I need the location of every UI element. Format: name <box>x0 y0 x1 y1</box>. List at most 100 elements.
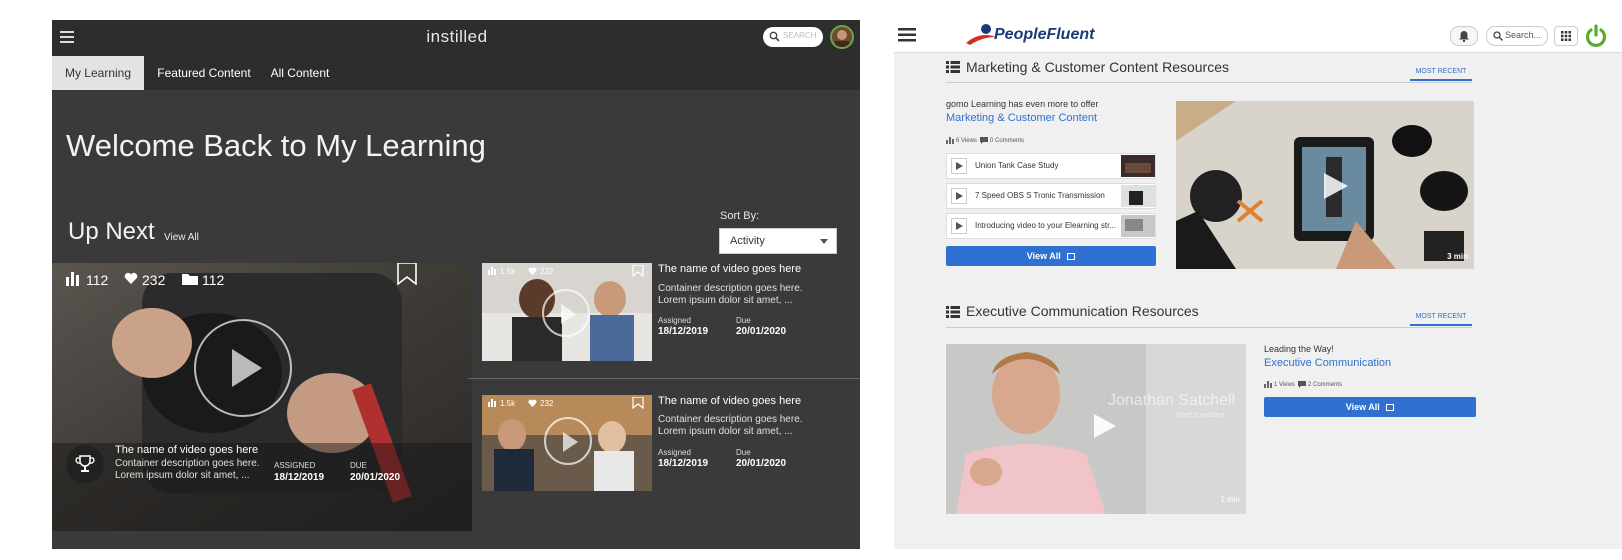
list-item-thumbnail <box>1121 215 1155 237</box>
list-item[interactable]: 7 Speed OBS S Tronic Transmission <box>946 183 1156 209</box>
list-icon <box>946 306 960 318</box>
sort-value: Activity <box>730 235 765 247</box>
featured-title: The name of video goes here <box>115 444 259 456</box>
list-item-title: Union Tank Case Study <box>975 161 1059 170</box>
tab-my-learning[interactable]: My Learning <box>52 56 144 90</box>
featured-desc-line2: Lorem ipsum dolor sit amet, ... <box>115 470 250 481</box>
view-all-button[interactable]: View All <box>1264 397 1476 417</box>
play-icon[interactable] <box>951 158 967 174</box>
video-duration: 1 min <box>1220 495 1240 504</box>
list-icon <box>946 61 960 73</box>
heart-icon <box>528 399 537 407</box>
due-label: DUE <box>350 461 367 470</box>
play-icon[interactable] <box>544 417 592 465</box>
list-item[interactable]: Introducing video to your Elearning str.… <box>946 213 1156 239</box>
card-views: 1.5k <box>500 267 516 276</box>
grid-icon[interactable] <box>1554 26 1578 46</box>
top-bar: instilled SEARCH <box>52 20 860 56</box>
comments-count: 0 Comments <box>990 138 1025 144</box>
view-all-label: View All <box>1026 251 1061 261</box>
comments-count: 2 Comments <box>1308 382 1343 388</box>
card-title[interactable]: The name of video goes here <box>658 263 801 275</box>
featured-video-card[interactable]: 112 232 112 The name of video goes here … <box>52 263 472 531</box>
tab-featured-content[interactable]: Featured Content <box>152 56 256 90</box>
tab-bar: My Learning Featured Content All Content <box>52 56 860 90</box>
play-icon[interactable] <box>951 218 967 234</box>
list-item-thumbnail <box>1121 155 1155 177</box>
bookmark-icon[interactable] <box>396 263 418 285</box>
comment-icon <box>1298 381 1306 388</box>
bar-chart-icon <box>488 399 497 407</box>
page-title: Welcome Back to My Learning <box>66 128 486 163</box>
due-date: 20/01/2020 <box>736 326 787 337</box>
bar-chart-icon <box>1264 381 1272 388</box>
view-all-link[interactable]: View All <box>164 232 199 243</box>
tab-most-recent[interactable]: MOST RECENT <box>1410 313 1472 326</box>
top-bar: PeopleFluent Search... <box>894 20 1622 53</box>
assigned-date: 18/12/2019 <box>658 458 709 469</box>
due-date: 20/01/2020 <box>736 458 787 469</box>
sort-select[interactable]: Activity <box>719 228 837 254</box>
due-label: Due <box>736 448 751 457</box>
section-title: Executive Communication Resources <box>966 303 1199 319</box>
bar-chart-icon <box>946 137 954 144</box>
sort-by-label: Sort By: <box>720 210 760 222</box>
view-all-label: View All <box>1345 402 1380 412</box>
card-title[interactable]: The name of video goes here <box>658 395 801 407</box>
card-desc-line2: Lorem ipsum dolor sit amet, ... <box>658 426 793 437</box>
video-player[interactable]: Jonathan Satchell Chief Executive 1 min <box>946 344 1246 514</box>
section-divider <box>946 82 1472 83</box>
due-label: Due <box>736 316 751 325</box>
menu-icon[interactable] <box>60 31 76 43</box>
search-input[interactable]: Search... <box>1486 26 1548 46</box>
featured-desc-line1: Container description goes here. <box>115 458 260 469</box>
video-overlay-name: Jonathan Satchell <box>1108 392 1236 409</box>
assigned-label: ASSIGNED <box>274 461 316 470</box>
section-intro: Leading the Way! <box>1264 344 1334 354</box>
peoplefluent-app-panel: PeopleFluent Search... Marketing & Custo… <box>894 20 1622 549</box>
views-count: 1 Views <box>1274 382 1295 388</box>
section-intro: gomo Learning has even more to offer <box>946 99 1099 109</box>
bell-icon[interactable] <box>1450 26 1478 46</box>
assigned-date: 18/12/2019 <box>274 472 325 483</box>
list-item-title: 7 Speed OBS S Tronic Transmission <box>975 191 1105 200</box>
play-icon[interactable] <box>1094 414 1116 438</box>
views-count: 6 Views <box>956 138 977 144</box>
list-item-title: Introducing video to your Elearning str.… <box>975 221 1116 230</box>
card-desc-line1: Container description goes here. <box>658 283 803 294</box>
tab-all-content[interactable]: All Content <box>264 56 336 90</box>
assigned-date: 18/12/2019 <box>658 326 709 337</box>
external-link-icon <box>1067 253 1076 260</box>
views-count: 112 <box>86 272 109 288</box>
search-input[interactable]: SEARCH <box>763 27 823 47</box>
search-placeholder: SEARCH <box>783 31 817 40</box>
play-icon[interactable] <box>542 289 590 337</box>
play-icon[interactable] <box>1324 173 1348 199</box>
list-item[interactable]: Union Tank Case Study <box>946 153 1156 179</box>
bookmark-icon[interactable] <box>632 265 644 277</box>
power-icon[interactable] <box>1584 24 1608 48</box>
brand-logo: instilled <box>426 27 488 46</box>
bookmark-icon[interactable] <box>632 397 644 409</box>
bar-chart-icon <box>488 267 497 275</box>
instilled-app-panel: instilled SEARCH My Learning Featured Co… <box>52 20 860 549</box>
list-item-thumbnail <box>1121 185 1155 207</box>
video-card-thumbnail[interactable]: 1.5k 232 <box>482 263 652 361</box>
brand-logo: PeopleFluent <box>994 26 1095 43</box>
tab-most-recent[interactable]: MOST RECENT <box>1410 68 1472 81</box>
card-likes: 232 <box>540 399 554 408</box>
assigned-label: Assigned <box>658 316 691 325</box>
video-card-thumbnail[interactable]: 1.5k 232 <box>482 395 652 491</box>
view-all-button[interactable]: View All <box>946 246 1156 266</box>
brand-logo-icon <box>964 23 998 47</box>
play-icon[interactable] <box>194 319 292 417</box>
video-player[interactable]: 3 min <box>1176 101 1474 269</box>
bar-chart-icon <box>66 272 82 286</box>
section-link[interactable]: Executive Communication <box>1264 357 1391 369</box>
menu-icon[interactable] <box>898 28 916 42</box>
divider <box>468 378 860 379</box>
section-link[interactable]: Marketing & Customer Content <box>946 112 1097 124</box>
play-icon[interactable] <box>951 188 967 204</box>
avatar[interactable] <box>830 25 854 49</box>
heart-icon <box>528 267 537 275</box>
